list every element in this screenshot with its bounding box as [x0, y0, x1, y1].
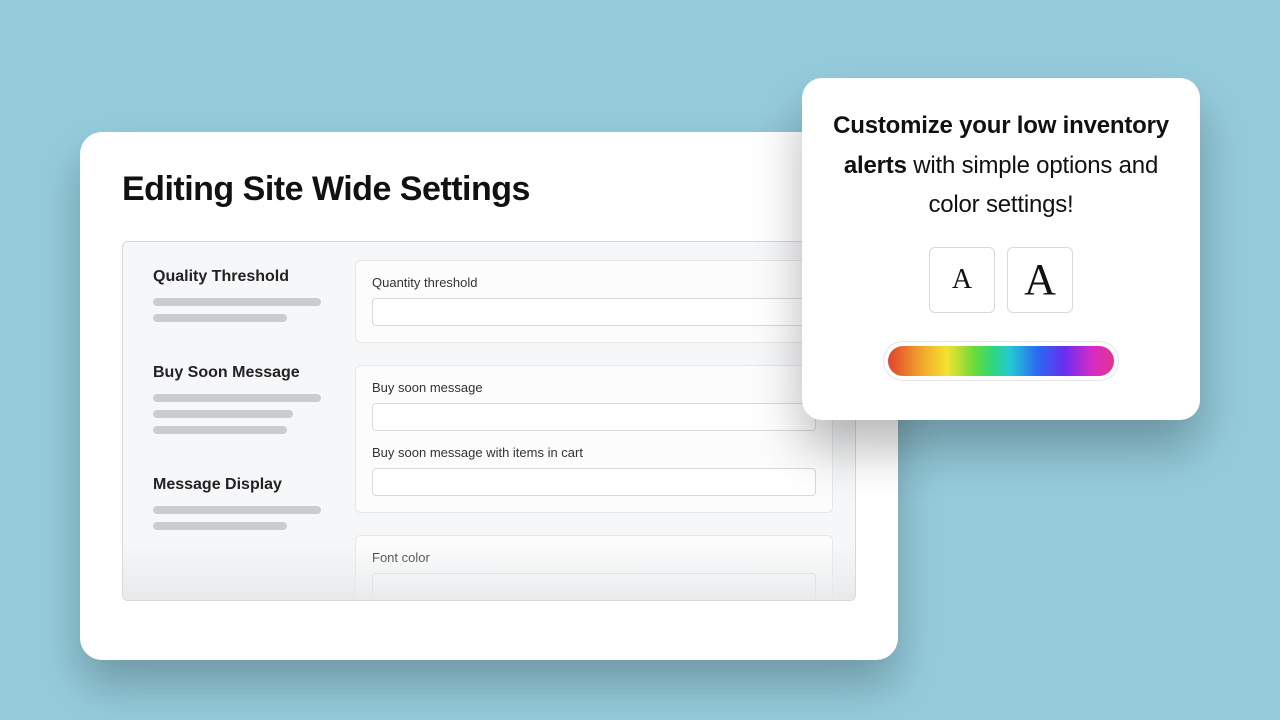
popover-text: Customize your low inventory alerts with… — [832, 106, 1170, 225]
settings-card: Editing Site Wide Settings Quality Thres… — [80, 132, 898, 660]
font-color-input[interactable] — [372, 573, 816, 601]
placeholder-line — [153, 298, 321, 306]
placeholder-line — [153, 522, 287, 530]
quantity-threshold-input[interactable] — [372, 298, 816, 326]
placeholder-line — [153, 314, 287, 322]
placeholder-line — [153, 426, 287, 434]
settings-fields: Quantity threshold Buy soon message Buy … — [355, 242, 855, 600]
font-size-buttons: A A — [832, 247, 1170, 313]
buy-soon-message-input[interactable] — [372, 403, 816, 431]
placeholder-line — [153, 506, 321, 514]
buy-soon-cart-input[interactable] — [372, 468, 816, 496]
section-quality-threshold: Quality Threshold — [153, 268, 355, 322]
settings-sidebar: Quality Threshold Buy Soon Message Messa… — [123, 242, 355, 600]
page-title: Editing Site Wide Settings — [122, 170, 856, 209]
section-buy-soon-message: Buy Soon Message — [153, 364, 355, 434]
section-title: Quality Threshold — [153, 268, 355, 286]
field-card-buy-soon: Buy soon message Buy soon message with i… — [355, 365, 833, 513]
customize-popover: Customize your low inventory alerts with… — [802, 78, 1200, 420]
popover-rest: with simple options and color settings! — [907, 152, 1158, 219]
field-label: Buy soon message — [372, 380, 816, 395]
field-card-message-display: Font color Font size — [355, 535, 833, 601]
field-label: Quantity threshold — [372, 275, 816, 290]
placeholder-line — [153, 410, 293, 418]
section-message-display: Message Display — [153, 476, 355, 530]
placeholder-line — [153, 394, 321, 402]
section-title: Buy Soon Message — [153, 364, 355, 382]
section-title: Message Display — [153, 476, 355, 494]
field-label: Buy soon message with items in cart — [372, 445, 816, 460]
font-size-large-button[interactable]: A — [1007, 247, 1073, 313]
settings-panel: Quality Threshold Buy Soon Message Messa… — [122, 241, 856, 601]
font-size-small-button[interactable]: A — [929, 247, 995, 313]
field-label: Font color — [372, 550, 816, 565]
hue-slider-wrap — [883, 341, 1119, 381]
hue-slider[interactable] — [888, 346, 1114, 376]
field-card-quantity-threshold: Quantity threshold — [355, 260, 833, 343]
